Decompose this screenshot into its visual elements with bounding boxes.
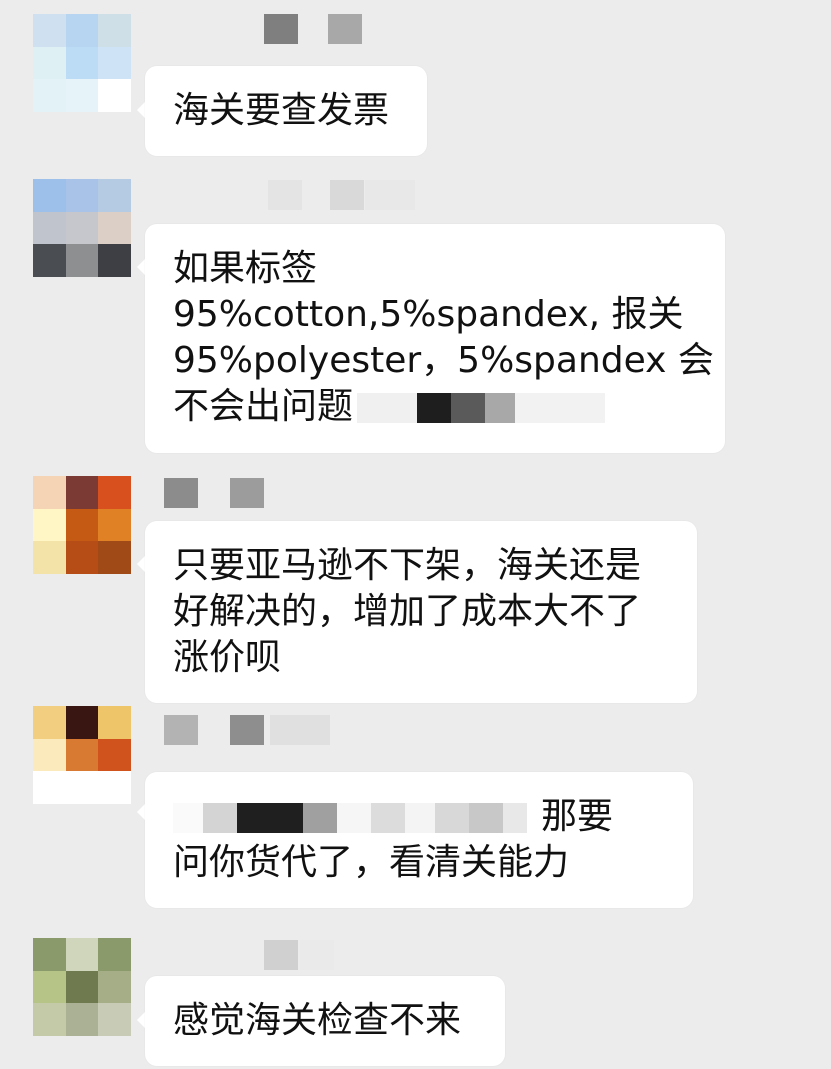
redacted-text	[203, 803, 237, 833]
avatar-pixel	[65, 14, 99, 47]
redacted-text	[337, 803, 371, 833]
avatar-pixel	[33, 508, 66, 542]
message-bubble[interactable]: 海关要查发票	[145, 66, 427, 156]
avatar-pixel	[33, 476, 66, 509]
avatar-pixel	[98, 771, 131, 804]
avatar-pixel	[98, 79, 131, 112]
avatar-pixel	[98, 706, 131, 739]
message-text-line: 那要	[173, 794, 665, 840]
avatar-pixel	[65, 970, 99, 1004]
message-bubble[interactable]: 那要 问你货代了，看清关能力	[145, 772, 693, 908]
avatar-pixel	[98, 476, 131, 509]
avatar[interactable]	[33, 179, 131, 277]
message-text-line: 95%cotton,5%spandex, 报关	[173, 294, 684, 335]
redacted-text	[303, 803, 337, 833]
avatar-pixel	[65, 79, 99, 112]
avatar-pixel	[33, 706, 66, 739]
redacted-text	[503, 803, 527, 833]
avatar-pixel	[33, 14, 66, 47]
avatar-pixel	[98, 14, 131, 47]
message-bubble[interactable]: 只要亚马逊不下架，海关还是 好解决的，增加了成本大不了 涨价呗	[145, 521, 697, 703]
avatar[interactable]	[33, 476, 131, 574]
avatar-pixel	[98, 508, 131, 542]
avatar-pixel	[33, 46, 66, 80]
message-text-line: 95%polyester，5%spandex 会	[173, 340, 714, 381]
avatar-pixel	[98, 179, 131, 212]
avatar-pixel	[33, 738, 66, 772]
avatar-pixel	[65, 46, 99, 80]
avatar-pixel	[65, 211, 99, 245]
avatar-pixel	[65, 476, 99, 509]
avatar[interactable]	[33, 706, 131, 804]
avatar-pixel	[65, 938, 99, 971]
avatar-pixel	[65, 244, 99, 277]
avatar-pixel	[98, 938, 131, 971]
avatar-pixel	[33, 211, 66, 245]
redacted-text	[173, 803, 203, 833]
redacted-text	[485, 393, 516, 423]
avatar-pixel	[98, 970, 131, 1004]
avatar-pixel	[65, 179, 99, 212]
avatar[interactable]	[33, 938, 131, 1036]
message-text: 那要	[541, 796, 614, 837]
message-bubble[interactable]: 如果标签 95%cotton,5%spandex, 报关 95%polyeste…	[145, 224, 725, 453]
avatar-pixel	[33, 541, 66, 574]
message-text: 海关要查发票	[173, 90, 390, 131]
message-text-line: 好解决的，增加了成本大不了	[173, 591, 642, 632]
avatar-pixel	[65, 541, 99, 574]
avatar-pixel	[65, 738, 99, 772]
avatar-pixel	[33, 771, 66, 804]
avatar-pixel	[33, 244, 66, 277]
avatar-pixel	[98, 244, 131, 277]
avatar-pixel	[98, 1003, 131, 1036]
message-text: 感觉海关检查不来	[173, 1000, 462, 1041]
redacted-text	[405, 803, 435, 833]
redacted-text	[515, 393, 606, 423]
message-text: 不会出问题	[173, 386, 354, 427]
redacted-text	[237, 803, 303, 833]
avatar-pixel	[33, 1003, 66, 1036]
avatar-pixel	[33, 970, 66, 1004]
avatar-pixel	[33, 179, 66, 212]
message-text-line: 不会出问题	[173, 384, 697, 430]
avatar-pixel	[65, 706, 99, 739]
avatar-pixel	[98, 738, 131, 772]
avatar-pixel	[65, 508, 99, 542]
message-text-line: 问你货代了，看清关能力	[173, 842, 570, 883]
message-text-line: 涨价呗	[173, 637, 282, 678]
avatar-pixel	[65, 1003, 99, 1036]
redacted-text	[469, 803, 503, 833]
avatar-pixel	[33, 938, 66, 971]
redacted-text	[357, 393, 418, 423]
message-text-line: 只要亚马逊不下架，海关还是	[173, 545, 642, 586]
redacted-text	[435, 803, 469, 833]
avatar-pixel	[65, 771, 99, 804]
avatar-pixel	[98, 541, 131, 574]
redacted-text	[371, 803, 405, 833]
message-text-line: 如果标签	[173, 248, 318, 289]
redacted-text	[451, 393, 486, 423]
avatar[interactable]	[33, 14, 131, 112]
message-bubble[interactable]: 感觉海关检查不来	[145, 976, 505, 1066]
avatar-pixel	[33, 79, 66, 112]
avatar-pixel	[98, 211, 131, 245]
avatar-pixel	[98, 46, 131, 80]
redacted-text	[417, 393, 452, 423]
